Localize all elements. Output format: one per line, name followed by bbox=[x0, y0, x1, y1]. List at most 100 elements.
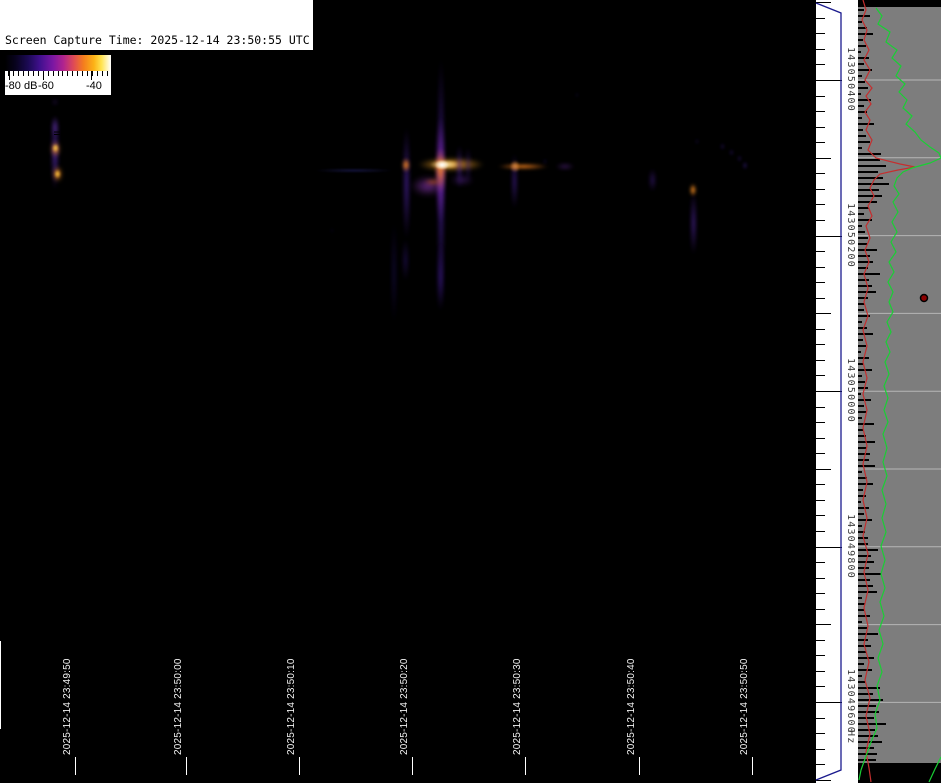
db-minor-tick bbox=[102, 71, 103, 76]
panel-noise-bar bbox=[858, 639, 868, 641]
db-scale-label: -60 bbox=[38, 80, 54, 92]
panel-noise-bar bbox=[858, 39, 863, 41]
panel-noise-bar bbox=[858, 171, 878, 173]
panel-noise-bar bbox=[858, 135, 866, 137]
panel-noise-bar bbox=[858, 183, 889, 185]
panel-noise-bar bbox=[858, 519, 872, 521]
panel-noise-bar bbox=[858, 615, 870, 617]
panel-noise-bar bbox=[858, 147, 862, 149]
panel-noise-bar bbox=[858, 429, 863, 431]
panel-noise-bar bbox=[858, 627, 867, 629]
panel-noise-bar bbox=[858, 543, 868, 545]
panel-noise-bar bbox=[858, 405, 864, 407]
panel-noise-bar bbox=[858, 375, 862, 377]
panel-noise-bar bbox=[858, 261, 873, 263]
panel-noise-bar bbox=[858, 621, 862, 623]
db-minor-tick bbox=[53, 71, 54, 76]
panel-noise-bar bbox=[858, 423, 874, 425]
panel-noise-bar bbox=[858, 51, 861, 53]
db-color-scale: -80 dB-60-40 bbox=[5, 55, 111, 95]
panel-noise-bar bbox=[858, 177, 883, 179]
panel-noise-bar bbox=[858, 693, 873, 695]
db-minor-tick bbox=[58, 71, 59, 76]
panel-noise-bar bbox=[858, 555, 871, 557]
db-minor-tick bbox=[23, 71, 24, 76]
panel-noise-bar bbox=[858, 195, 882, 197]
db-minor-tick bbox=[48, 71, 49, 76]
panel-noise-bar bbox=[858, 345, 866, 347]
panel-noise-bar bbox=[858, 243, 867, 245]
capture-time-text: Screen Capture Time: 2025-12-14 23:50:55… bbox=[5, 33, 313, 49]
panel-noise-bar bbox=[858, 735, 878, 737]
db-minor-tick bbox=[107, 71, 108, 76]
panel-noise-bar bbox=[858, 207, 869, 209]
panel-noise-bar bbox=[858, 93, 861, 95]
db-scale-label: -40 bbox=[86, 80, 102, 92]
db-major-tick bbox=[43, 71, 44, 80]
panel-noise-bar bbox=[858, 273, 880, 275]
db-major-tick bbox=[91, 71, 92, 80]
panel-noise-bar bbox=[858, 117, 862, 119]
panel-noise-bar bbox=[858, 123, 874, 125]
db-minor-tick bbox=[67, 71, 68, 76]
panel-noise-bar bbox=[858, 471, 862, 473]
panel-noise-bar bbox=[858, 501, 861, 503]
panel-noise-bar bbox=[858, 567, 869, 569]
panel-noise-bar bbox=[858, 729, 875, 731]
panel-noise-bar bbox=[858, 213, 864, 215]
panel-noise-bar bbox=[858, 507, 869, 509]
spectrogram-app-window: 2025-12-14 23:49:502025-12-14 23:50:0020… bbox=[0, 0, 941, 783]
panel-noise-bar bbox=[858, 225, 862, 227]
panel-noise-bar bbox=[858, 465, 875, 467]
panel-noise-bar bbox=[858, 129, 863, 131]
frequency-range-bracket bbox=[816, 3, 841, 780]
panel-noise-bar bbox=[858, 159, 880, 161]
panel-noise-bar bbox=[858, 651, 866, 653]
db-minor-tick bbox=[92, 71, 93, 76]
panel-noise-bar bbox=[858, 585, 873, 587]
panel-noise-bar bbox=[858, 9, 864, 11]
panel-noise-bar bbox=[858, 57, 869, 59]
panel-noise-bar bbox=[858, 105, 864, 107]
panel-noise-bar bbox=[858, 63, 864, 65]
panel-noise-bar bbox=[858, 453, 870, 455]
db-minor-tick bbox=[62, 71, 63, 76]
panel-noise-bar bbox=[858, 489, 863, 491]
panel-noise-bar bbox=[858, 417, 862, 419]
panel-noise-bar bbox=[858, 45, 866, 47]
panel-noise-bar bbox=[858, 279, 869, 281]
config-text: Config = V8 bbox=[5, 126, 313, 142]
db-minor-tick bbox=[87, 71, 88, 76]
db-minor-tick bbox=[28, 71, 29, 76]
panel-noise-bar bbox=[858, 669, 872, 671]
db-minor-tick bbox=[77, 71, 78, 76]
panel-noise-bar bbox=[858, 411, 867, 413]
panel-noise-bar bbox=[858, 255, 870, 257]
panel-noise-bar bbox=[858, 327, 867, 329]
panel-noise-bar bbox=[858, 681, 865, 683]
colormap-ticks: -80 dB-60-40 bbox=[5, 55, 111, 95]
panel-noise-bar bbox=[858, 297, 868, 299]
panel-noise-bar bbox=[858, 75, 862, 77]
panel-noise-bar bbox=[858, 81, 865, 83]
panel-noise-bar bbox=[858, 609, 864, 611]
panel-noise-bar bbox=[858, 141, 870, 143]
panel-noise-bar bbox=[858, 393, 861, 395]
panel-noise-bar bbox=[858, 231, 865, 233]
db-minor-tick bbox=[13, 71, 14, 76]
panel-noise-bar bbox=[858, 597, 862, 599]
db-minor-tick bbox=[33, 71, 34, 76]
panel-noise-bar bbox=[858, 741, 882, 743]
panel-noise-bar bbox=[858, 513, 864, 515]
panel-noise-bar bbox=[858, 351, 861, 353]
capture-info-box: Screen Capture Time: 2025-12-14 23:50:55… bbox=[0, 0, 313, 50]
panel-noise-bar bbox=[858, 387, 868, 389]
panel-noise-bar bbox=[858, 675, 862, 677]
marker-dot bbox=[921, 295, 928, 302]
db-major-tick bbox=[9, 71, 10, 80]
panel-noise-bar bbox=[858, 495, 866, 497]
panel-noise-bar bbox=[858, 447, 867, 449]
panel-noise-bar bbox=[858, 309, 864, 311]
panel-noise-bar bbox=[858, 237, 868, 239]
panel-noise-bar bbox=[858, 87, 868, 89]
